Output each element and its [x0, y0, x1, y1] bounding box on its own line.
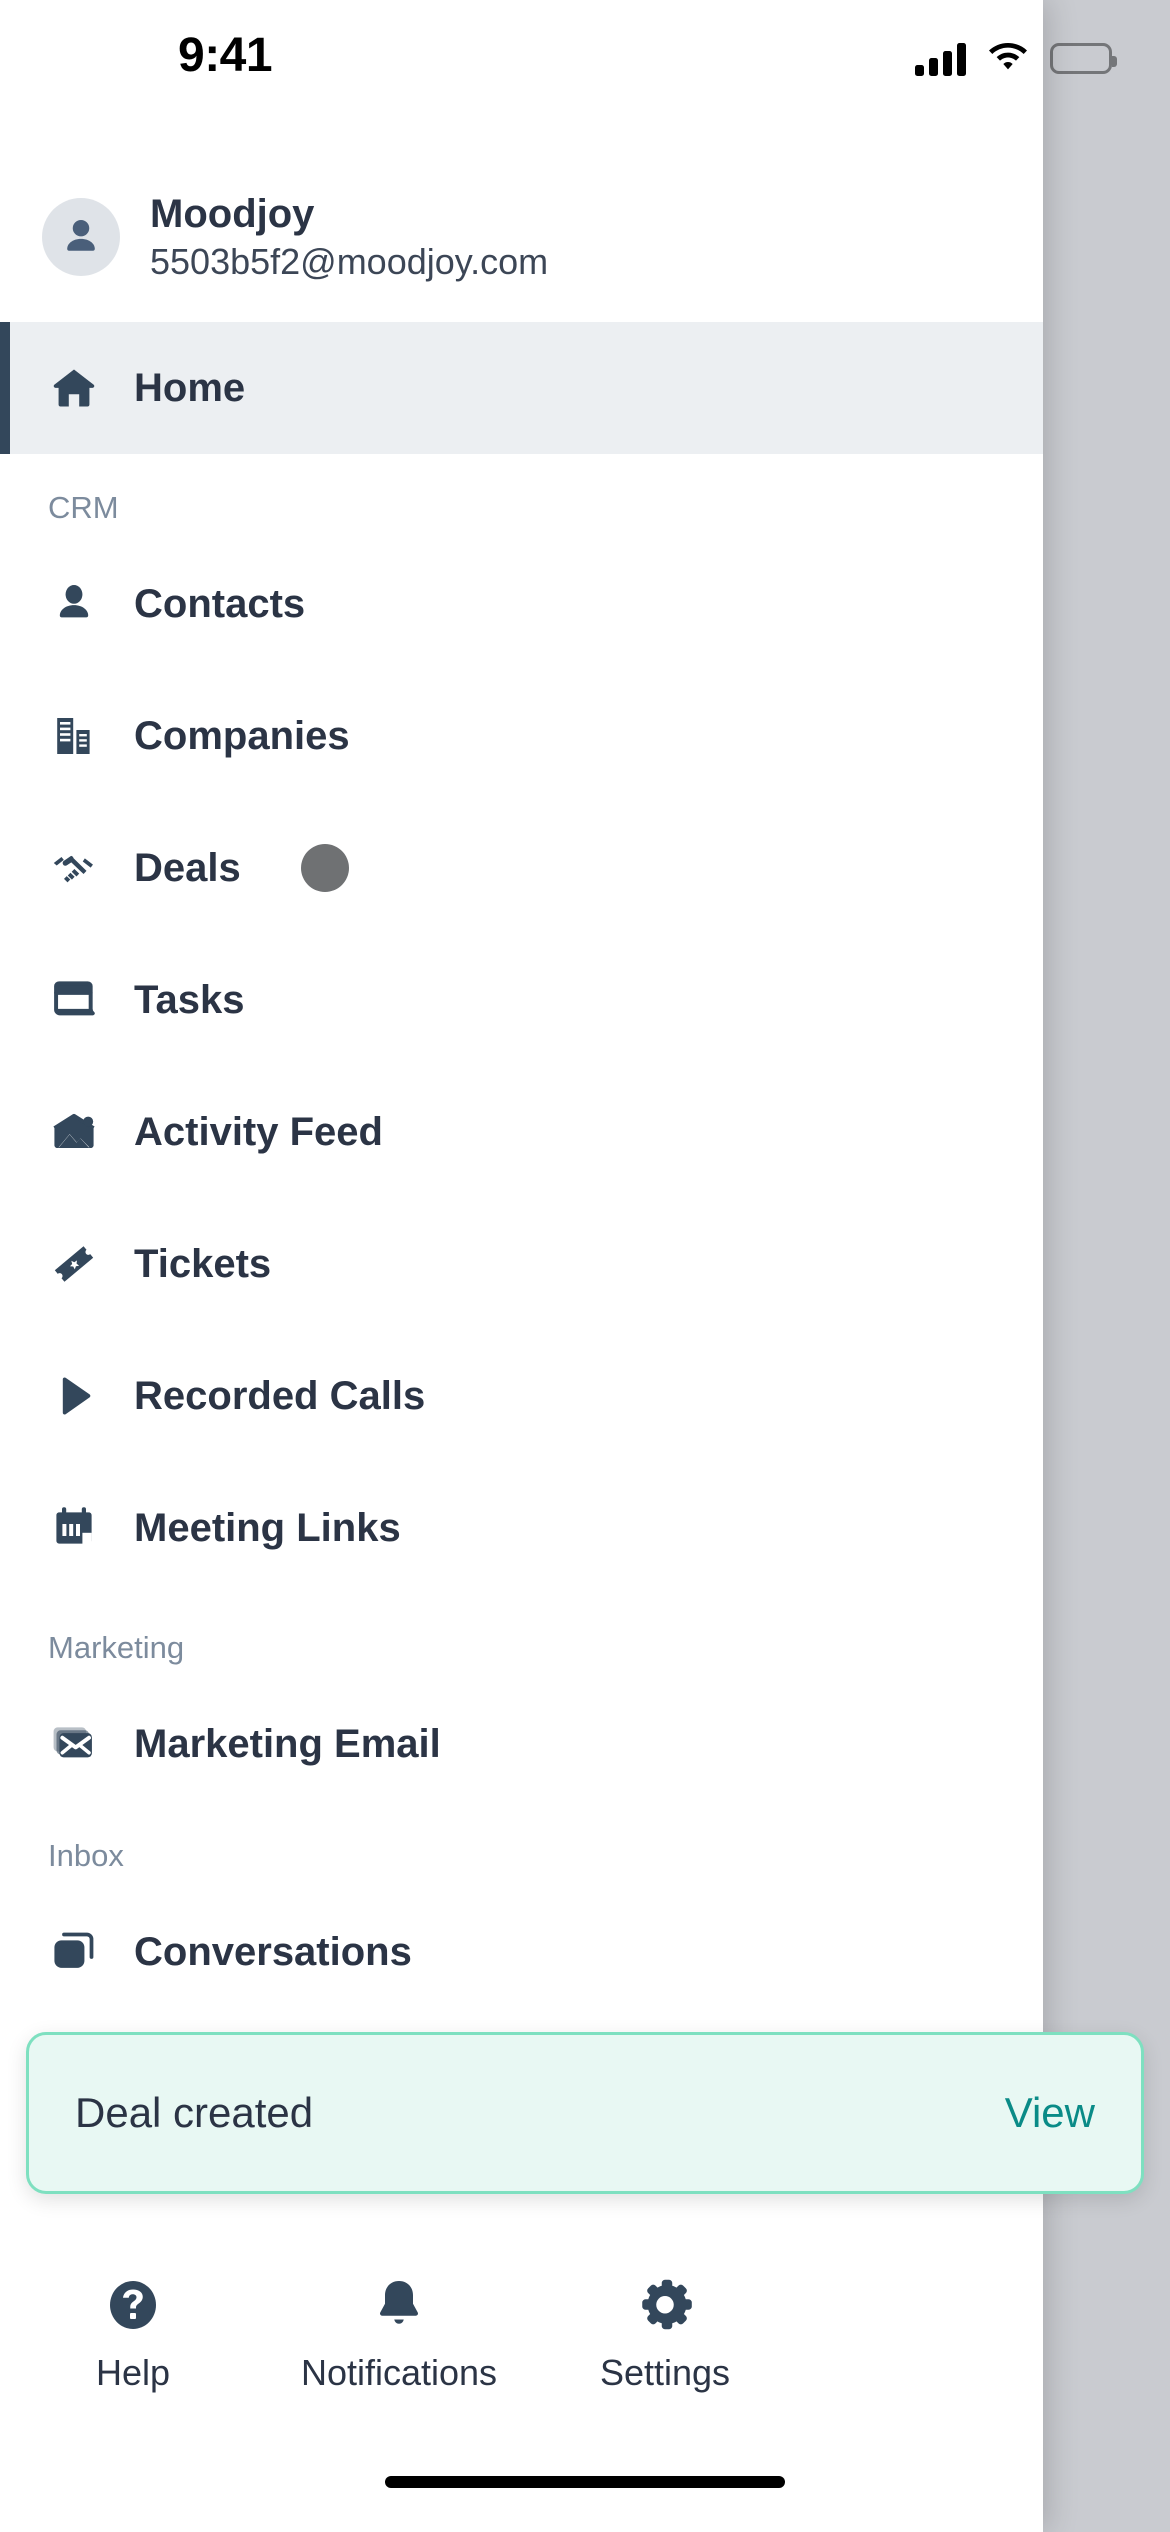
sidebar-item-label: Marketing Email: [134, 1721, 441, 1766]
avatar: [42, 198, 120, 276]
section-label-crm: CRM: [48, 490, 119, 525]
sidebar-item-label: Tasks: [134, 977, 245, 1022]
sidebar-item-label: Contacts: [134, 581, 306, 626]
toast-message: Deal created: [75, 2089, 314, 2136]
profile-text: Moodjoy 5503b5f2@moodjoy.com: [150, 190, 548, 284]
bottom-item-notifications[interactable]: Notifications: [266, 2274, 532, 2394]
person-icon: [48, 578, 100, 630]
status-icons: [915, 40, 1117, 77]
sidebar-item-meeting-links[interactable]: Meeting Links: [0, 1462, 1043, 1594]
navigation-list: Home CRM Contacts Companies Deals Tasks …: [0, 322, 1043, 2018]
sidebar-item-label: Deals: [134, 845, 241, 890]
status-time: 9:41: [178, 29, 273, 82]
profile-email: 5503b5f2@moodjoy.com: [150, 241, 549, 282]
activity-envelope-icon: [48, 1106, 100, 1158]
sidebar-item-label: Activity Feed: [134, 1109, 383, 1154]
section-label-marketing: Marketing: [48, 1630, 185, 1665]
calendar-icon: [48, 1502, 100, 1554]
cellular-signal-icon: [915, 42, 966, 76]
home-indicator: [385, 2476, 785, 2488]
sidebar-item-label: Recorded Calls: [134, 1373, 426, 1418]
sidebar-item-tickets[interactable]: Tickets: [0, 1198, 1043, 1330]
sidebar-item-deals[interactable]: Deals: [0, 802, 1043, 934]
toast-view-button[interactable]: View: [1005, 2089, 1095, 2137]
status-bar: 9:41: [0, 0, 1170, 100]
stacked-envelope-icon: [48, 1718, 100, 1770]
chat-bubbles-icon: [48, 1926, 100, 1978]
bottom-item-help[interactable]: Help: [0, 2274, 266, 2394]
toast-notification: Deal created View: [26, 2032, 1144, 2194]
sidebar-item-marketing-email[interactable]: Marketing Email: [0, 1678, 1043, 1810]
ticket-icon: [48, 1238, 100, 1290]
sidebar-item-label: Tickets: [134, 1241, 272, 1286]
home-icon: [48, 362, 100, 414]
sidebar-item-recorded-calls[interactable]: Recorded Calls: [0, 1330, 1043, 1462]
bottom-item-label: Settings: [599, 2352, 731, 2393]
handshake-icon: [48, 842, 100, 894]
sidebar-item-conversations[interactable]: Conversations: [0, 1886, 1043, 2018]
section-label-inbox: Inbox: [48, 1838, 124, 1873]
sidebar-item-companies[interactable]: Companies: [0, 670, 1043, 802]
battery-full-icon: [1050, 43, 1117, 74]
play-icon: [48, 1370, 100, 1422]
building-icon: [48, 710, 100, 762]
notebook-icon: [48, 974, 100, 1026]
phone-screen: up gs & CRM Moodjoy 5503b5f2@moodjoy.com: [0, 0, 1170, 2532]
gear-icon: [635, 2274, 695, 2336]
sidebar-item-label: Conversations: [134, 1929, 412, 1974]
profile-header[interactable]: Moodjoy 5503b5f2@moodjoy.com: [0, 172, 1043, 302]
sidebar-item-label: Home: [134, 365, 246, 410]
sidebar-item-home[interactable]: Home: [0, 322, 1043, 454]
sidebar-item-label: Meeting Links: [134, 1505, 401, 1550]
bottom-item-label: Help: [95, 2352, 171, 2393]
profile-name: Moodjoy: [150, 192, 315, 236]
question-circle-icon: [103, 2274, 163, 2336]
sidebar-item-tasks[interactable]: Tasks: [0, 934, 1043, 1066]
wifi-icon: [988, 40, 1028, 77]
sidebar-item-contacts[interactable]: Contacts: [0, 538, 1043, 670]
sidebar-item-label: Companies: [134, 713, 350, 758]
bottom-item-label: Notifications: [300, 2352, 498, 2393]
bell-icon: [369, 2274, 429, 2336]
sidebar-item-activity-feed[interactable]: Activity Feed: [0, 1066, 1043, 1198]
bottom-item-settings[interactable]: Settings: [532, 2274, 798, 2394]
deals-badge: [300, 844, 349, 892]
